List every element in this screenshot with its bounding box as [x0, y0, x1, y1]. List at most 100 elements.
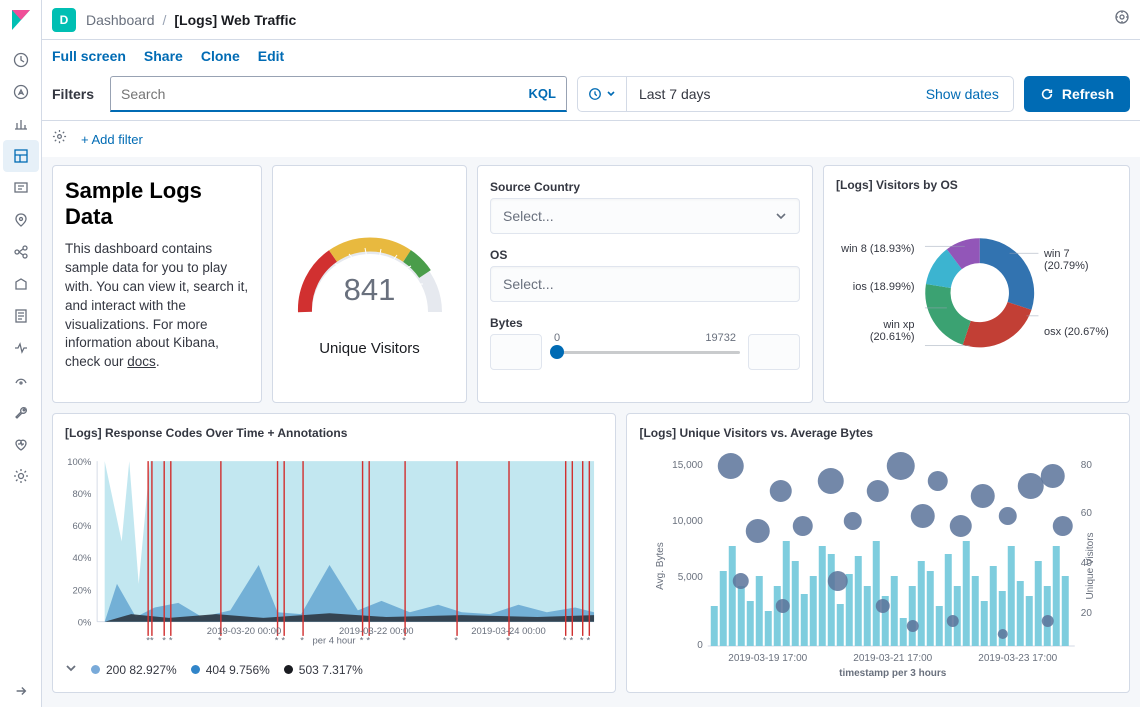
panel-uv-avg: [Logs] Unique Visitors vs. Average Bytes…: [626, 413, 1130, 693]
refresh-label: Refresh: [1062, 86, 1114, 102]
edit-link[interactable]: Edit: [258, 48, 284, 64]
show-dates-link[interactable]: Show dates: [912, 86, 1013, 102]
dashboard-actions: Full screen Share Clone Edit: [42, 40, 1140, 72]
bytes-max-input[interactable]: [748, 334, 800, 370]
svg-text:*: *: [586, 635, 590, 646]
os-select[interactable]: Select...: [490, 266, 800, 302]
gauge-value: 841: [285, 272, 455, 308]
discover-icon[interactable]: [3, 76, 39, 108]
svg-text:Avg. Bytes: Avg. Bytes: [655, 542, 666, 590]
search-wrap: KQL: [110, 76, 567, 112]
time-picker[interactable]: Last 7 days Show dates: [577, 76, 1014, 112]
devtools-icon[interactable]: [3, 396, 39, 428]
svg-text:*: *: [275, 635, 279, 646]
svg-text:0: 0: [698, 640, 704, 651]
infra-icon[interactable]: [3, 268, 39, 300]
uptime-icon[interactable]: [3, 364, 39, 396]
maps-icon[interactable]: [3, 204, 39, 236]
svg-text:*: *: [169, 635, 173, 646]
docs-link[interactable]: docs: [127, 354, 156, 369]
add-filter-link[interactable]: + Add filter: [81, 132, 143, 147]
search-input[interactable]: [121, 86, 528, 102]
bytes-min: 0: [554, 332, 560, 344]
logs-icon[interactable]: [3, 300, 39, 332]
source-country-label: Source Country: [490, 180, 800, 194]
gauge-label: Unique Visitors: [319, 340, 420, 357]
chevron-down-icon: [775, 210, 787, 222]
visitors-os-title: [Logs] Visitors by OS: [836, 178, 1117, 192]
legend-label: 503 7.317%: [299, 663, 363, 677]
recent-icon[interactable]: [3, 44, 39, 76]
legend-toggle-icon[interactable]: [65, 662, 77, 677]
svg-text:2019-03-21 17:00: 2019-03-21 17:00: [854, 653, 933, 664]
svg-text:*: *: [506, 635, 510, 646]
panel-gauge: 841 Unique Visitors: [272, 165, 467, 403]
svg-text:2019-03-20 00:00: 2019-03-20 00:00: [207, 626, 282, 637]
filter-options-icon[interactable]: [52, 129, 67, 149]
intro-title: Sample Logs Data: [65, 178, 249, 230]
ml-icon[interactable]: [3, 236, 39, 268]
panel-visitors-os: [Logs] Visitors by OS win 8 (18.93%) ios…: [823, 165, 1130, 403]
dashboard-icon[interactable]: [3, 140, 39, 172]
svg-text:*: *: [162, 635, 166, 646]
bytes-max: 19732: [705, 332, 736, 344]
fullscreen-icon[interactable]: [1114, 9, 1130, 30]
kql-toggle[interactable]: KQL: [528, 86, 555, 101]
share-link[interactable]: Share: [144, 48, 183, 64]
svg-text:timestamp per 3 hours: timestamp per 3 hours: [840, 668, 948, 679]
response-codes-title: [Logs] Response Codes Over Time + Annota…: [65, 426, 603, 440]
svg-text:*: *: [569, 635, 573, 646]
bytes-slider[interactable]: 0 19732: [490, 334, 800, 370]
svg-text:40%: 40%: [73, 553, 92, 564]
svg-text:*: *: [281, 635, 285, 646]
fullscreen-link[interactable]: Full screen: [52, 48, 126, 64]
bytes-min-input[interactable]: [490, 334, 542, 370]
svg-text:2019-03-19 17:00: 2019-03-19 17:00: [729, 653, 808, 664]
breadcrumb-root[interactable]: Dashboard: [86, 12, 155, 28]
collapse-icon[interactable]: [3, 675, 39, 707]
svg-text:*: *: [580, 635, 584, 646]
panel-controls: Source Country Select... OS Select... By…: [477, 165, 813, 403]
canvas-icon[interactable]: [3, 172, 39, 204]
svg-text:*: *: [300, 635, 304, 646]
time-quick-icon[interactable]: [578, 77, 627, 111]
svg-text:100%: 100%: [67, 457, 92, 468]
space-badge[interactable]: D: [52, 8, 76, 32]
panel-intro: Sample Logs Data This dashboard contains…: [52, 165, 262, 403]
slider-thumb[interactable]: [550, 345, 564, 359]
source-country-select[interactable]: Select...: [490, 198, 800, 234]
refresh-button[interactable]: Refresh: [1024, 76, 1130, 112]
clone-link[interactable]: Clone: [201, 48, 240, 64]
breadcrumb-current: [Logs] Web Traffic: [174, 12, 296, 28]
svg-text:0%: 0%: [78, 617, 92, 628]
slider-track[interactable]: 0 19732: [550, 334, 740, 370]
svg-text:15,000: 15,000: [673, 460, 704, 471]
donut-label: ios (18.99%): [836, 281, 915, 293]
svg-text:20: 20: [1081, 608, 1093, 619]
svg-text:60: 60: [1081, 508, 1093, 519]
time-label: Last 7 days: [627, 86, 723, 102]
uv-avg-chart: Avg. Bytes Unique Visitors 15,000 10,000…: [639, 446, 1117, 681]
kibana-logo[interactable]: [9, 8, 33, 32]
breadcrumb: Dashboard / [Logs] Web Traffic: [86, 12, 296, 28]
management-icon[interactable]: [3, 460, 39, 492]
intro-body: This dashboard contains sample data for …: [65, 240, 249, 372]
donut-label: win 8 (18.93%): [836, 243, 915, 255]
legend-label: 404 9.756%: [206, 663, 270, 677]
apm-icon[interactable]: [3, 332, 39, 364]
breadcrumb-sep: /: [163, 12, 167, 28]
svg-text:*: *: [563, 635, 567, 646]
donut-label: win 7 (20.79%): [1044, 248, 1117, 272]
filter-row: Filters KQL Last 7 days Show dates Refre…: [42, 72, 1140, 121]
subfilter-row: + Add filter: [42, 121, 1140, 157]
response-codes-chart: 100% 80% 60% 40% 20% 0%: [65, 446, 603, 651]
svg-text:*: *: [454, 635, 458, 646]
source-country-placeholder: Select...: [503, 208, 554, 224]
svg-text:2019-03-23 17:00: 2019-03-23 17:00: [979, 653, 1058, 664]
main: D Dashboard / [Logs] Web Traffic Full sc…: [42, 0, 1140, 707]
monitoring-icon[interactable]: [3, 428, 39, 460]
svg-text:*: *: [360, 635, 364, 646]
visualize-icon[interactable]: [3, 108, 39, 140]
donut-chart: win 8 (18.93%) ios (18.99%) win xp (20.6…: [836, 198, 1117, 388]
svg-text:*: *: [218, 635, 222, 646]
